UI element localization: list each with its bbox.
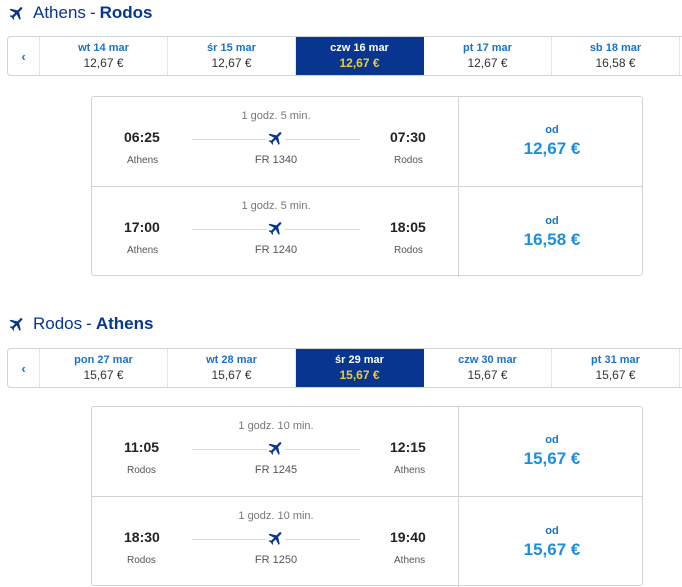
arrival-city: Athens	[394, 555, 426, 566]
date-option[interactable]: pon 27 mar 15,67 €	[40, 349, 168, 387]
flight-details: 11:05 Rodos 1 godz. 10 min. FR 1245 12:1…	[92, 407, 459, 496]
date-option[interactable]: sb 18 mar 16,58 €	[552, 37, 680, 75]
route-destination: Athens	[95, 314, 154, 333]
date-label: czw 30 mar	[458, 354, 517, 366]
flight-duration: 1 godz. 10 min.	[238, 510, 314, 522]
date-label: śr 29 mar	[335, 354, 384, 366]
departure-city: Rodos	[127, 555, 156, 566]
date-price: 15,67 €	[83, 368, 124, 382]
arrival-time: 07:30	[390, 129, 426, 145]
plane-icon	[267, 219, 285, 237]
date-option[interactable]: czw 30 mar 15,67 €	[424, 349, 552, 387]
plane-icon	[267, 529, 285, 547]
flight-duration: 1 godz. 5 min.	[241, 200, 311, 212]
price-cell[interactable]: od 15,67 €	[460, 497, 644, 587]
flight-number: FR 1240	[254, 244, 298, 256]
route-title: Rodos - Athens	[8, 313, 153, 335]
plane-icon	[267, 129, 285, 147]
flight-list: 11:05 Rodos 1 godz. 10 min. FR 1245 12:1…	[91, 406, 643, 587]
date-selector: ‹ wt 14 mar 12,67 € śr 15 mar 12,67 € cz…	[7, 36, 682, 76]
flight-details: 17:00 Athens 1 godz. 5 min. FR 1240 18:0…	[92, 187, 459, 277]
price-from-label: od	[545, 434, 559, 446]
date-price: 16,58 €	[595, 56, 636, 70]
date-label: pt 17 mar	[463, 42, 512, 54]
flight-price: 12,67 €	[523, 139, 581, 158]
arrival-city: Rodos	[394, 155, 423, 166]
route-separator: -	[89, 3, 96, 22]
date-option[interactable]: pt 31 mar 15,67 €	[552, 349, 680, 387]
route-title: Athens - Rodos	[8, 2, 153, 24]
flight-row[interactable]: 18:30 Rodos 1 godz. 10 min. FR 1250 19:4…	[92, 497, 642, 587]
route-origin: Rodos	[33, 314, 83, 333]
price-from-label: od	[545, 214, 559, 227]
arrival-time: 19:40	[390, 529, 426, 545]
date-label: wt 14 mar	[78, 42, 129, 54]
flight-details: 06:25 Athens 1 godz. 5 min. FR 1340 07:3…	[92, 97, 459, 186]
flight-number: FR 1250	[254, 554, 298, 566]
flight-price: 15,67 €	[523, 449, 581, 468]
date-label: wt 28 mar	[206, 354, 257, 366]
flight-number: FR 1340	[254, 154, 298, 166]
arrival-city: Rodos	[394, 245, 423, 256]
departure-city: Rodos	[127, 465, 156, 476]
date-option-selected[interactable]: śr 29 mar 15,67 €	[296, 349, 424, 387]
flight-row[interactable]: 11:05 Rodos 1 godz. 10 min. FR 1245 12:1…	[92, 407, 642, 497]
route-separator: -	[86, 314, 92, 333]
flight-details: 18:30 Rodos 1 godz. 10 min. FR 1250 19:4…	[92, 497, 459, 587]
date-price: 15,67 €	[339, 368, 380, 382]
prev-dates-button[interactable]: ‹	[8, 349, 40, 387]
price-cell[interactable]: od 12,67 €	[460, 97, 644, 186]
arrival-time: 18:05	[390, 219, 426, 235]
prev-dates-button[interactable]: ‹	[8, 37, 40, 75]
date-selector: ‹ pon 27 mar 15,67 € wt 28 mar 15,67 € ś…	[7, 348, 682, 388]
departure-time: 11:05	[124, 439, 160, 455]
date-option-selected[interactable]: czw 16 mar 12,67 €	[296, 37, 424, 75]
date-price: 12,67 €	[83, 56, 124, 70]
flight-price: 15,67 €	[523, 539, 581, 559]
price-cell[interactable]: od 15,67 €	[460, 407, 644, 496]
date-price: 15,67 €	[595, 368, 636, 382]
departure-time: 17:00	[124, 219, 160, 235]
date-price: 15,67 €	[467, 368, 508, 382]
route-destination: Rodos	[99, 3, 153, 22]
date-label: sb 18 mar	[589, 42, 642, 54]
departure-time: 06:25	[124, 129, 160, 145]
date-option[interactable]: wt 14 mar 12,67 €	[40, 37, 168, 75]
departure-city: Athens	[127, 245, 159, 256]
flight-list: 06:25 Athens 1 godz. 5 min. FR 1340 07:3…	[91, 96, 643, 277]
date-label: pt 31 mar	[591, 354, 640, 366]
departure-city: Athens	[127, 155, 159, 166]
flight-row[interactable]: 06:25 Athens 1 godz. 5 min. FR 1340 07:3…	[92, 97, 642, 187]
flight-duration: 1 godz. 10 min.	[238, 420, 314, 432]
date-label: czw 16 mar	[330, 42, 389, 54]
flight-row[interactable]: 17:00 Athens 1 godz. 5 min. FR 1240 18:0…	[92, 187, 642, 277]
departure-time: 18:30	[124, 529, 160, 545]
flight-price: 16,58 €	[523, 229, 581, 249]
flight-number: FR 1245	[254, 464, 298, 476]
date-price: 12,67 €	[211, 56, 252, 70]
date-price: 12,67 €	[339, 56, 380, 70]
date-option[interactable]: wt 28 mar 15,67 €	[168, 349, 296, 387]
plane-icon	[267, 439, 285, 457]
date-label: śr 15 mar	[207, 42, 256, 54]
date-price: 12,67 €	[467, 56, 508, 70]
date-label: pon 27 mar	[74, 354, 133, 366]
date-price: 15,67 €	[211, 368, 252, 382]
arrival-city: Athens	[394, 465, 426, 476]
route-origin: Athens	[33, 3, 86, 22]
price-from-label: od	[545, 124, 559, 136]
plane-icon	[9, 7, 23, 20]
date-option[interactable]: śr 15 mar 12,67 €	[168, 37, 296, 75]
date-option[interactable]: pt 17 mar 12,67 €	[424, 37, 552, 75]
arrival-time: 12:15	[390, 439, 426, 455]
plane-icon	[9, 318, 23, 331]
price-from-label: od	[545, 524, 559, 537]
flight-duration: 1 godz. 5 min.	[241, 110, 311, 122]
price-cell[interactable]: od 16,58 €	[460, 187, 644, 277]
